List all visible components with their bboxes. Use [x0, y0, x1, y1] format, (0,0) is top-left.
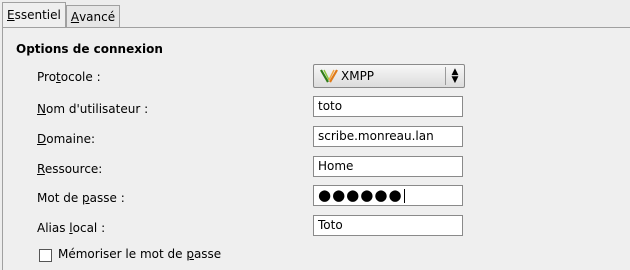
resource-field[interactable]: Home — [313, 156, 463, 177]
text-caret — [403, 188, 405, 203]
section-title: Options de connexion — [16, 42, 163, 56]
protocol-combo[interactable]: XMPP ▲ ▼ — [313, 64, 465, 88]
resource-label: Ressource: — [37, 162, 103, 176]
password-field[interactable]: ●●●●●● — [313, 185, 463, 206]
domain-field[interactable]: scribe.monreau.lan — [313, 126, 463, 147]
remember-password-checkbox[interactable] — [39, 249, 52, 262]
password-label: Mot de passe : — [37, 191, 125, 205]
username-label: Nom d'utilisateur : — [37, 102, 149, 116]
alias-label: Alias local : — [37, 221, 106, 235]
alias-field[interactable]: Toto — [313, 215, 463, 236]
tab-panel: Options de connexion Protocole : XMPP ▲ ▼… — [2, 27, 630, 270]
xmpp-icon — [320, 69, 338, 83]
tab-essentiel[interactable]: Essentiel — [2, 2, 66, 27]
tab-bar: Essentiel Avancé — [2, 2, 121, 27]
protocol-label: Protocole : — [37, 70, 101, 84]
up-down-arrow-icon: ▲ ▼ — [451, 67, 459, 85]
domain-label: Domaine: — [37, 132, 95, 146]
username-field[interactable]: toto — [313, 96, 463, 117]
password-mask: ●●●●●● — [318, 186, 403, 204]
tab-avance[interactable]: Avancé — [65, 5, 121, 27]
remember-password-label[interactable]: Mémoriser le mot de passe — [58, 247, 221, 261]
protocol-value: XMPP — [341, 69, 375, 83]
